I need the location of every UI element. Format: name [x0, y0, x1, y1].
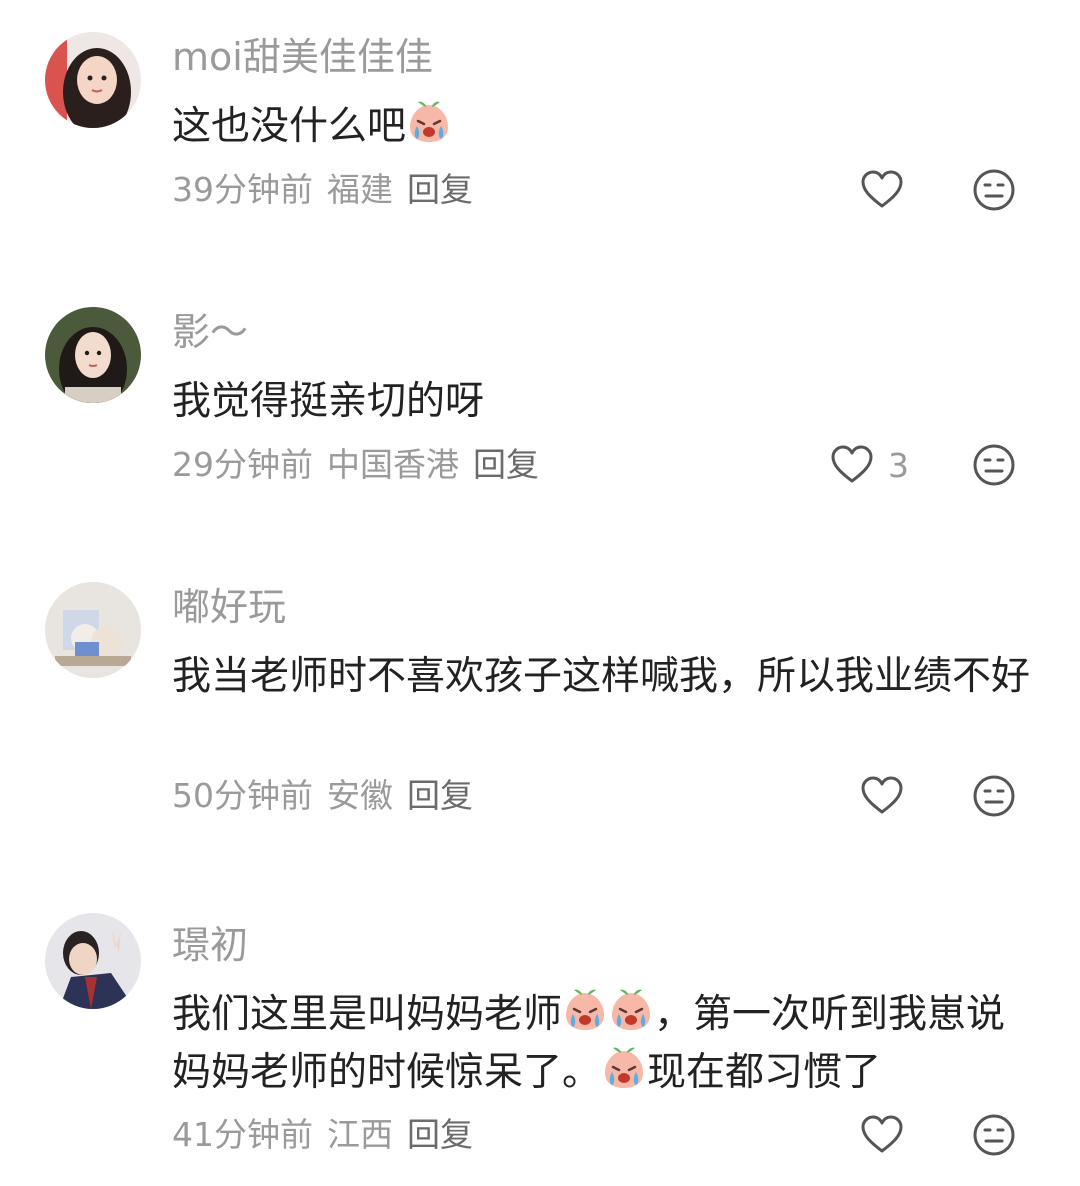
username[interactable]: 璟初 [172, 922, 248, 968]
location: 中国香港 [327, 445, 459, 484]
meh-face-icon[interactable] [972, 168, 1016, 212]
avatar[interactable] [45, 913, 141, 1009]
timestamp: 50分钟前 [172, 776, 313, 815]
comment-text-segment: 现在都习惯了 [647, 1050, 882, 1095]
comment-meta: 50分钟前 安徽 回复 [172, 774, 473, 818]
meh-face-icon[interactable] [972, 1113, 1016, 1157]
comment-text-segment: 我们这里是叫妈妈老师 [172, 992, 563, 1037]
username[interactable]: moi甜美佳佳佳 [172, 34, 433, 80]
comment-meta: 29分钟前 中国香港 回复 [172, 443, 539, 487]
like-button[interactable] [860, 1113, 904, 1157]
reply-button[interactable]: 回复 [407, 776, 473, 815]
crying-peach-emoji [601, 1045, 647, 1091]
username[interactable]: 嘟好玩 [172, 584, 286, 630]
comment-text-segment: 我觉得挺亲切的呀 [172, 379, 485, 424]
comment-text: 我当老师时不喜欢孩子这样喊我，所以我业绩不好 [172, 648, 1032, 706]
heart-outline-icon [860, 168, 904, 212]
heart-outline-icon [860, 774, 904, 818]
comment-meta: 39分钟前 福建 回复 [172, 168, 473, 212]
comment-text-segment: 这也没什么吧 [172, 104, 407, 149]
location: 安徽 [327, 776, 393, 815]
comment-text-segment: 我当老师时不喜欢孩子这样喊我，所以我业绩不好 [172, 654, 1031, 699]
location: 江西 [327, 1115, 393, 1154]
meh-face-icon[interactable] [972, 443, 1016, 487]
crying-peach-emoji [608, 987, 654, 1033]
crying-peach-emoji [406, 99, 452, 145]
timestamp: 41分钟前 [172, 1115, 313, 1154]
location: 福建 [327, 170, 393, 209]
timestamp: 39分钟前 [172, 170, 313, 209]
comment-text: 这也没什么吧 [172, 98, 1032, 156]
comment-text: 我们这里是叫妈妈老师 ，第一次听到我崽说妈妈老师的时候惊呆了。 现在都习惯了 [172, 986, 1032, 1102]
reply-button[interactable]: 回复 [407, 1115, 473, 1154]
reply-button[interactable]: 回复 [473, 445, 539, 484]
like-button[interactable] [860, 168, 904, 212]
like-count: 3 [888, 445, 909, 485]
heart-outline-icon [830, 443, 874, 487]
reply-button[interactable]: 回复 [407, 170, 473, 209]
heart-outline-icon [860, 1113, 904, 1157]
avatar[interactable] [45, 32, 141, 128]
timestamp: 29分钟前 [172, 445, 313, 484]
crying-peach-emoji [562, 987, 608, 1033]
comment-meta: 41分钟前 江西 回复 [172, 1113, 473, 1157]
meh-face-icon[interactable] [972, 774, 1016, 818]
like-button[interactable]: 3 [830, 443, 909, 487]
avatar[interactable] [45, 307, 141, 403]
comment-text: 我觉得挺亲切的呀 [172, 373, 1032, 431]
like-button[interactable] [860, 774, 904, 818]
avatar[interactable] [45, 582, 141, 678]
username[interactable]: 影～ [172, 309, 248, 355]
